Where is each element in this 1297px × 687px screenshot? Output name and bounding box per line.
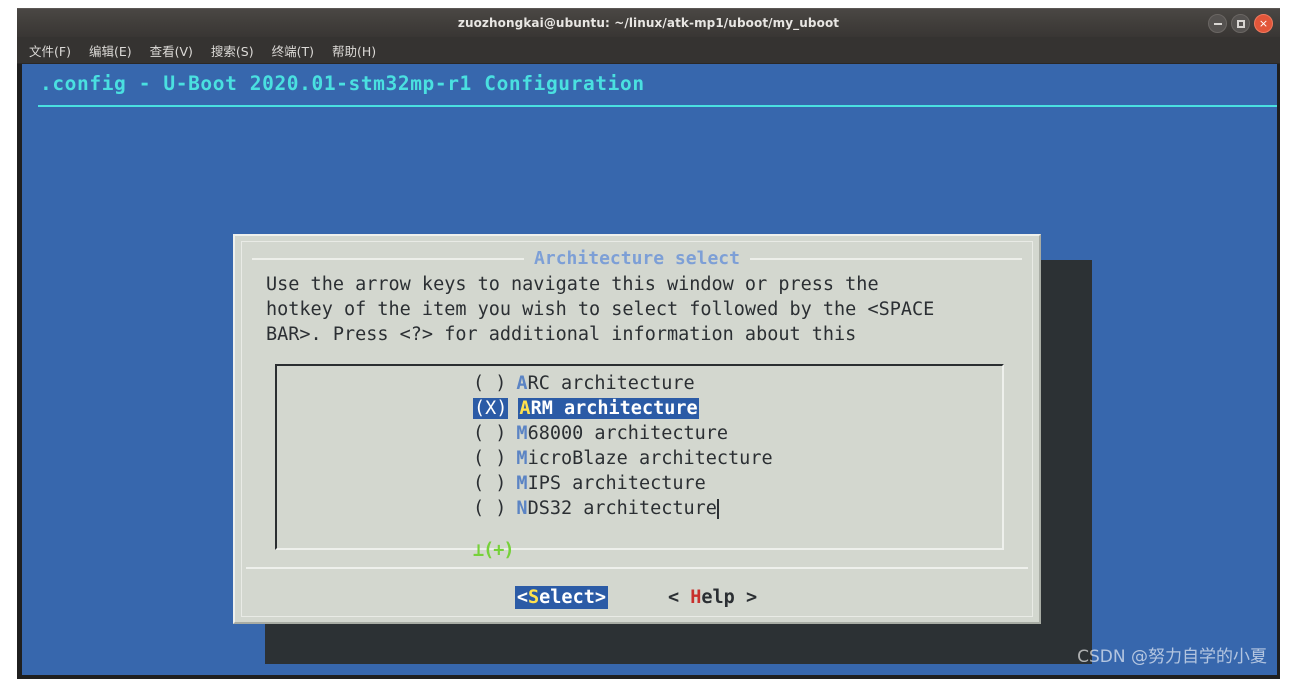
radio-marker: ( ) xyxy=(473,423,507,444)
radio-marker: ( ) xyxy=(473,473,507,494)
architecture-list: ( ) ARC architecture (X) ARM architecture … xyxy=(277,371,1002,521)
terminal-body[interactable]: .config - U-Boot 2020.01-stm32mp-r1 Conf… xyxy=(17,64,1280,679)
menu-item-search[interactable]: 搜索(S) xyxy=(208,39,257,62)
scroll-down-indicator: ⊥(+) xyxy=(473,540,515,561)
maximize-button[interactable] xyxy=(1231,14,1250,33)
close-button[interactable]: × xyxy=(1254,14,1273,33)
hotkey-letter: A xyxy=(519,398,531,419)
hotkey-letter: M xyxy=(516,473,528,494)
terminal-screen: .config - U-Boot 2020.01-stm32mp-r1 Conf… xyxy=(22,64,1277,675)
list-item-label: MicroBlaze architecture xyxy=(516,448,772,469)
minimize-icon xyxy=(1213,22,1222,25)
select-prefix: < xyxy=(516,587,529,608)
dialog-inner: Architecture select Use the arrow keys t… xyxy=(241,241,1033,617)
radio-marker: ( ) xyxy=(473,448,507,469)
architecture-select-dialog: Architecture select Use the arrow keys t… xyxy=(233,234,1041,624)
list-item-mips[interactable]: ( ) MIPS architecture xyxy=(277,471,1002,496)
list-item-arc[interactable]: ( ) ARC architecture xyxy=(277,371,1002,396)
select-rest: elect> xyxy=(539,587,606,608)
help-hotkey: H xyxy=(690,587,702,608)
maximize-icon xyxy=(1236,19,1245,28)
terminal-window: zuozhongkai@ubuntu: ~/linux/atk-mp1/uboo… xyxy=(17,8,1280,679)
menu-item-terminal[interactable]: 终端(T) xyxy=(269,39,317,62)
radio-marker: (X) xyxy=(473,398,509,419)
radio-marker: ( ) xyxy=(473,373,507,394)
hotkey-letter: M xyxy=(516,448,528,469)
select-button[interactable]: <Select> xyxy=(514,586,608,609)
label-rest: IPS architecture xyxy=(527,473,706,494)
label-rest: 68000 architecture xyxy=(527,423,729,444)
menu-item-help[interactable]: 帮助(H) xyxy=(329,39,379,62)
help-rest: elp > xyxy=(701,587,758,608)
list-item-m68000[interactable]: ( ) M68000 architecture xyxy=(277,421,1002,446)
hotkey-letter: A xyxy=(516,373,528,394)
text-cursor xyxy=(716,498,719,519)
header-rule xyxy=(38,105,1277,107)
dialog-title: Architecture select xyxy=(534,248,740,269)
watermark: CSDN @努力自学的小夏 xyxy=(1077,647,1267,667)
minimize-button[interactable] xyxy=(1208,14,1227,33)
label-rest: DS32 architecture xyxy=(527,498,717,519)
dialog-help-text: Use the arrow keys to navigate this wind… xyxy=(266,274,935,345)
select-hotkey: S xyxy=(528,587,540,608)
menu-item-edit[interactable]: 编辑(E) xyxy=(86,39,135,62)
button-separator xyxy=(246,567,1028,569)
list-item-nds32[interactable]: ( ) NDS32 architecture xyxy=(277,496,1002,521)
radio-marker: ( ) xyxy=(473,498,507,519)
help-button[interactable]: < Help > xyxy=(666,586,759,609)
dialog-buttons: <Select> < Help > xyxy=(242,586,1032,609)
label-rest: RC architecture xyxy=(527,373,695,394)
menuconfig-header: .config - U-Boot 2020.01-stm32mp-r1 Conf… xyxy=(40,72,645,95)
menubar: 文件(F) 编辑(E) 查看(V) 搜索(S) 终端(T) 帮助(H) xyxy=(17,37,1280,64)
dialog-title-row: Architecture select xyxy=(242,248,1032,269)
label-rest: RM architecture xyxy=(530,398,698,419)
dialog-title-rule-left xyxy=(252,257,525,260)
hotkey-letter: N xyxy=(516,498,528,519)
list-item-arm[interactable]: (X) ARM architecture xyxy=(277,396,1002,421)
list-item-microblaze[interactable]: ( ) MicroBlaze architecture xyxy=(277,446,1002,471)
menu-item-view[interactable]: 查看(V) xyxy=(147,39,196,62)
window-title: zuozhongkai@ubuntu: ~/linux/atk-mp1/uboo… xyxy=(457,16,840,30)
list-item-label: MIPS architecture xyxy=(516,473,705,494)
dialog-title-rule-right xyxy=(749,257,1022,260)
list-item-label: ARC architecture xyxy=(516,373,694,394)
help-prefix: < xyxy=(667,587,691,608)
window-controls: × xyxy=(1208,9,1273,38)
hotkey-letter: M xyxy=(516,423,528,444)
label-rest: icroBlaze architecture xyxy=(527,448,773,469)
window-titlebar: zuozhongkai@ubuntu: ~/linux/atk-mp1/uboo… xyxy=(17,8,1280,37)
list-item-label: ARM architecture xyxy=(518,398,699,419)
architecture-listbox[interactable]: ( ) ARC architecture (X) ARM architecture … xyxy=(275,364,1004,561)
list-item-label: M68000 architecture xyxy=(516,423,728,444)
list-item-label: NDS32 architecture xyxy=(516,498,717,519)
menu-item-file[interactable]: 文件(F) xyxy=(26,39,74,62)
